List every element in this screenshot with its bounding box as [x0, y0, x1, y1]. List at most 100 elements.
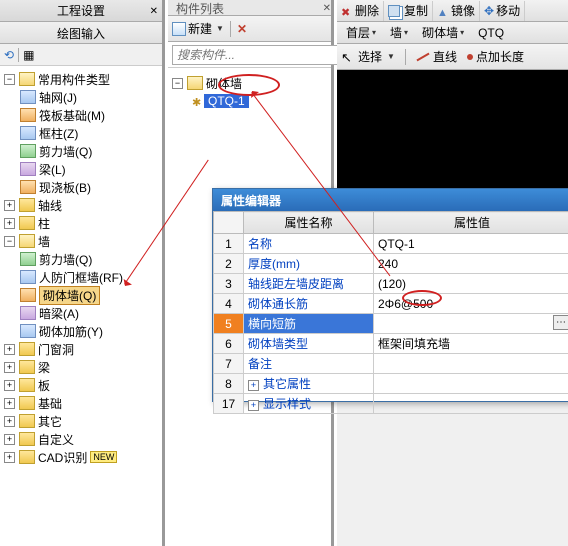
- folder-icon: [19, 450, 35, 464]
- row-number: 2: [214, 254, 244, 274]
- close-icon[interactable]: [323, 0, 331, 14]
- tree-node[interactable]: 砌体墙: [206, 75, 242, 92]
- move-button[interactable]: ✥移动: [480, 1, 525, 21]
- expander-icon[interactable]: +: [4, 416, 15, 427]
- tree-node[interactable]: 轴网(J): [39, 89, 77, 106]
- tree-node[interactable]: 基础: [38, 395, 62, 412]
- tree-node[interactable]: 轴线: [38, 197, 62, 214]
- chevron-down-icon: ▼: [387, 52, 395, 61]
- link-icon[interactable]: ⟲: [4, 48, 14, 62]
- expander-icon[interactable]: −: [4, 74, 15, 85]
- context-dropdowns: 首层▾ 墙▾ 砌体墙▾ QTQ: [337, 22, 568, 44]
- tree-node[interactable]: 人防门框墙(RF): [39, 269, 123, 286]
- tree-node[interactable]: 剪力墙(Q): [39, 143, 92, 160]
- component-tree[interactable]: −常用构件类型 轴网(J) 筏板基础(M) 框柱(Z) 剪力墙(Q) 梁(L) …: [0, 66, 162, 546]
- new-badge: NEW: [90, 451, 117, 463]
- expander-icon[interactable]: +: [4, 362, 15, 373]
- drawing-canvas[interactable]: [337, 70, 568, 190]
- folder-icon: [187, 76, 203, 90]
- folder-icon: [19, 378, 35, 392]
- prop-name: 轴线距左墙皮距离: [244, 274, 374, 294]
- row-number: 8: [214, 374, 244, 394]
- item-icon: [20, 126, 36, 140]
- expand-icon[interactable]: +: [248, 380, 259, 391]
- copy-button[interactable]: 复制: [384, 1, 433, 21]
- selected-component[interactable]: QTQ-1: [204, 94, 249, 108]
- property-table[interactable]: 属性名称属性值 1名称QTQ-1 2厚度(mm)240 3轴线距左墙皮距离(12…: [213, 211, 568, 414]
- prop-value[interactable]: (120): [374, 274, 568, 294]
- tree-node[interactable]: 柱: [38, 215, 50, 232]
- tree-node-selected[interactable]: 砌体墙(Q): [39, 286, 100, 305]
- cursor-icon: [341, 50, 355, 64]
- panel-subtitle: 绘图输入: [57, 27, 105, 41]
- mid-title-label: 构件列表: [176, 2, 224, 16]
- tree-node[interactable]: 常用构件类型: [38, 71, 110, 88]
- select-tool[interactable]: 选择▼: [341, 48, 395, 65]
- tree-node[interactable]: 梁: [38, 359, 50, 376]
- delete-icon[interactable]: [237, 22, 251, 36]
- expander-icon[interactable]: +: [4, 380, 15, 391]
- item-icon: [20, 270, 36, 284]
- tree-node[interactable]: 自定义: [38, 431, 74, 448]
- row-number: 7: [214, 354, 244, 374]
- point-length-tool[interactable]: 点加长度: [467, 48, 524, 65]
- prop-name-expandable[interactable]: + 其它属性: [244, 374, 374, 394]
- tree-node[interactable]: 板: [38, 377, 50, 394]
- new-button-label: 新建: [188, 20, 212, 37]
- chevron-down-icon: ▾: [404, 28, 408, 37]
- type-dropdown[interactable]: 砌体墙▾: [417, 23, 469, 42]
- prop-value[interactable]: 框架间填充墙: [374, 334, 568, 354]
- dropdown-label: 砌体墙: [422, 24, 458, 41]
- tree-node[interactable]: 门窗洞: [38, 341, 74, 358]
- prop-name-expandable[interactable]: +显示样式: [244, 394, 374, 414]
- line-tool[interactable]: 直线: [416, 48, 457, 65]
- left-mini-toolbar: ⟲ ▦: [0, 44, 162, 66]
- tree-node[interactable]: 剪力墙(Q): [39, 251, 92, 268]
- tree-node[interactable]: 暗梁(A): [39, 305, 79, 322]
- prop-name: 厚度(mm): [244, 254, 374, 274]
- mid-tree[interactable]: − 砌体墙 QTQ-1: [168, 68, 331, 116]
- prop-value[interactable]: 240: [374, 254, 568, 274]
- tree-node[interactable]: 筏板基础(M): [39, 107, 105, 124]
- delete-button[interactable]: 删除: [337, 1, 384, 21]
- tool-icon[interactable]: ▦: [23, 48, 34, 62]
- expander-icon[interactable]: −: [4, 236, 15, 247]
- search-input[interactable]: [172, 45, 339, 65]
- category-dropdown[interactable]: 墙▾: [385, 23, 413, 42]
- prop-name: 砌体通长筋: [244, 294, 374, 314]
- tree-node[interactable]: CAD识别: [38, 449, 87, 466]
- prop-value[interactable]: 2Φ6@500: [374, 294, 568, 314]
- expand-icon[interactable]: +: [248, 400, 259, 411]
- prop-name-label: 其它属性: [263, 377, 311, 391]
- expander-icon[interactable]: +: [4, 398, 15, 409]
- expander-icon[interactable]: +: [4, 218, 15, 229]
- prop-value[interactable]: QTQ-1: [374, 234, 568, 254]
- tree-node[interactable]: 其它: [38, 413, 62, 430]
- mid-title-bar: 构件列表: [168, 0, 331, 16]
- tree-node[interactable]: 现浇板(B): [39, 179, 91, 196]
- expander-icon[interactable]: +: [4, 200, 15, 211]
- col-header-value: 属性值: [374, 212, 568, 234]
- dropdown-label: 首层: [346, 24, 370, 41]
- expander-icon[interactable]: +: [4, 452, 15, 463]
- new-button[interactable]: 新建▼: [172, 20, 224, 37]
- floor-dropdown[interactable]: 首层▾: [341, 23, 381, 42]
- expander-icon[interactable]: +: [4, 434, 15, 445]
- tree-node[interactable]: 砌体加筋(Y): [39, 323, 103, 340]
- expander-icon[interactable]: −: [172, 78, 183, 89]
- tree-node[interactable]: 墙: [38, 233, 50, 250]
- close-icon[interactable]: [150, 3, 158, 17]
- tree-node[interactable]: 框柱(Z): [39, 125, 78, 142]
- instance-dropdown[interactable]: QTQ: [473, 25, 509, 41]
- mirror-button[interactable]: 镜像: [433, 1, 480, 21]
- expander-icon[interactable]: +: [4, 344, 15, 355]
- folder-icon: [19, 396, 35, 410]
- tree-node[interactable]: 梁(L): [39, 161, 66, 178]
- prop-name: 备注: [244, 354, 374, 374]
- folder-icon: [19, 216, 35, 230]
- chevron-down-icon: ▾: [372, 28, 376, 37]
- prop-value[interactable]: [374, 354, 568, 374]
- ellipsis-button[interactable]: ⋯: [553, 315, 568, 330]
- point-icon: [467, 54, 473, 60]
- prop-value-editing[interactable]: ⋯: [374, 314, 568, 334]
